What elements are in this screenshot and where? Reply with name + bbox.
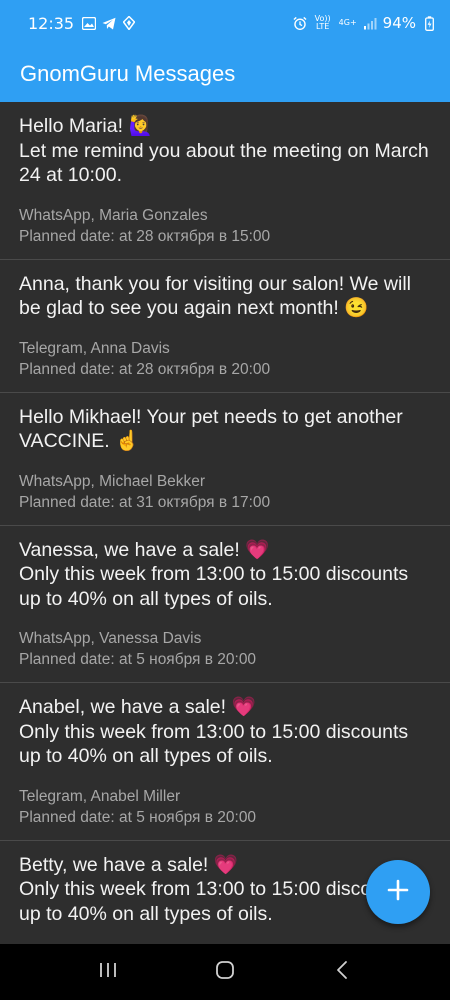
status-bar: 12:35 Vo)) LTE 4G+ 94% bbox=[0, 0, 450, 46]
message-item[interactable]: Vanessa, we have a sale! 💗 Only this wee… bbox=[0, 526, 450, 683]
volte-label: Vo)) LTE bbox=[314, 14, 331, 31]
app-bar: GnomGuru Messages bbox=[0, 46, 450, 102]
message-item[interactable]: Anabel, we have a sale! 💗 Only this week… bbox=[0, 683, 450, 841]
message-meta: WhatsApp, Maria Gonzales Planned date: a… bbox=[19, 205, 430, 247]
message-text: Hello Mikhael! Your pet needs to get ano… bbox=[19, 405, 403, 453]
message-planned-date: Planned date: at 5 ноября в 20:00 bbox=[19, 651, 257, 668]
message-text: Anna, thank you for visiting our salon! … bbox=[19, 272, 411, 320]
battery-percent: 94% bbox=[382, 14, 416, 32]
app-notification-icon bbox=[122, 16, 136, 30]
telegram-icon bbox=[102, 16, 116, 30]
message-channel: WhatsApp, Michael Bekker bbox=[19, 472, 206, 490]
status-system-icons: Vo)) LTE 4G+ 94% bbox=[293, 14, 436, 32]
battery-charging-icon bbox=[422, 15, 436, 31]
alarm-icon bbox=[293, 16, 307, 30]
message-text: Hello Maria! 🙋‍♀️ Let me remind you abou… bbox=[19, 115, 429, 186]
home-icon bbox=[214, 959, 236, 985]
message-planned-date: Planned date: at 28 октября в 15:00 bbox=[19, 227, 271, 245]
message-channel: WhatsApp, Vanessa Davis bbox=[19, 630, 202, 647]
message-meta: Telegram, Anna Davis Planned date: at 28… bbox=[19, 338, 430, 380]
message-planned-date: Planned date: at 5 ноября в 20:00 bbox=[19, 808, 257, 826]
add-message-button[interactable] bbox=[366, 860, 430, 924]
recents-icon bbox=[98, 961, 118, 983]
message-text: Anabel, we have a sale! 💗 Only this week… bbox=[19, 696, 409, 767]
app-title: GnomGuru Messages bbox=[20, 61, 236, 86]
message-item[interactable]: Hello Mikhael! Your pet needs to get ano… bbox=[0, 393, 450, 526]
recents-button[interactable] bbox=[88, 952, 128, 992]
status-notification-icons bbox=[82, 16, 136, 30]
message-meta: WhatsApp, Michael Bekker Planned date: a… bbox=[19, 471, 430, 513]
signal-icon bbox=[363, 16, 377, 30]
message-item[interactable]: Anna, thank you for visiting our salon! … bbox=[0, 260, 450, 393]
gallery-icon bbox=[82, 16, 97, 30]
message-channel: Telegram, Anabel Miller bbox=[19, 787, 181, 805]
message-planned-date: Planned date: at 28 октября в 20:00 bbox=[19, 360, 271, 378]
system-navigation-bar bbox=[0, 944, 450, 1000]
home-button[interactable] bbox=[205, 952, 245, 992]
message-item[interactable]: Hello Maria! 🙋‍♀️ Let me remind you abou… bbox=[0, 102, 450, 260]
message-meta: Telegram, Anabel Miller Planned date: at… bbox=[19, 786, 430, 828]
message-channel: Telegram, Anna Davis bbox=[19, 339, 170, 357]
network-label: 4G+ bbox=[338, 18, 357, 27]
status-time: 12:35 bbox=[28, 13, 75, 33]
plus-icon bbox=[387, 879, 409, 905]
message-planned-date: Planned date: at 31 октября в 17:00 bbox=[19, 493, 271, 511]
back-icon bbox=[335, 960, 349, 984]
message-text: Vanessa, we have a sale! 💗 Only this wee… bbox=[19, 538, 409, 610]
message-meta: WhatsApp, Vanessa Davis Planned date: at… bbox=[19, 628, 430, 670]
message-list[interactable]: Hello Maria! 🙋‍♀️ Let me remind you abou… bbox=[0, 102, 450, 944]
back-button[interactable] bbox=[322, 952, 362, 992]
message-channel: WhatsApp, Maria Gonzales bbox=[19, 206, 208, 224]
